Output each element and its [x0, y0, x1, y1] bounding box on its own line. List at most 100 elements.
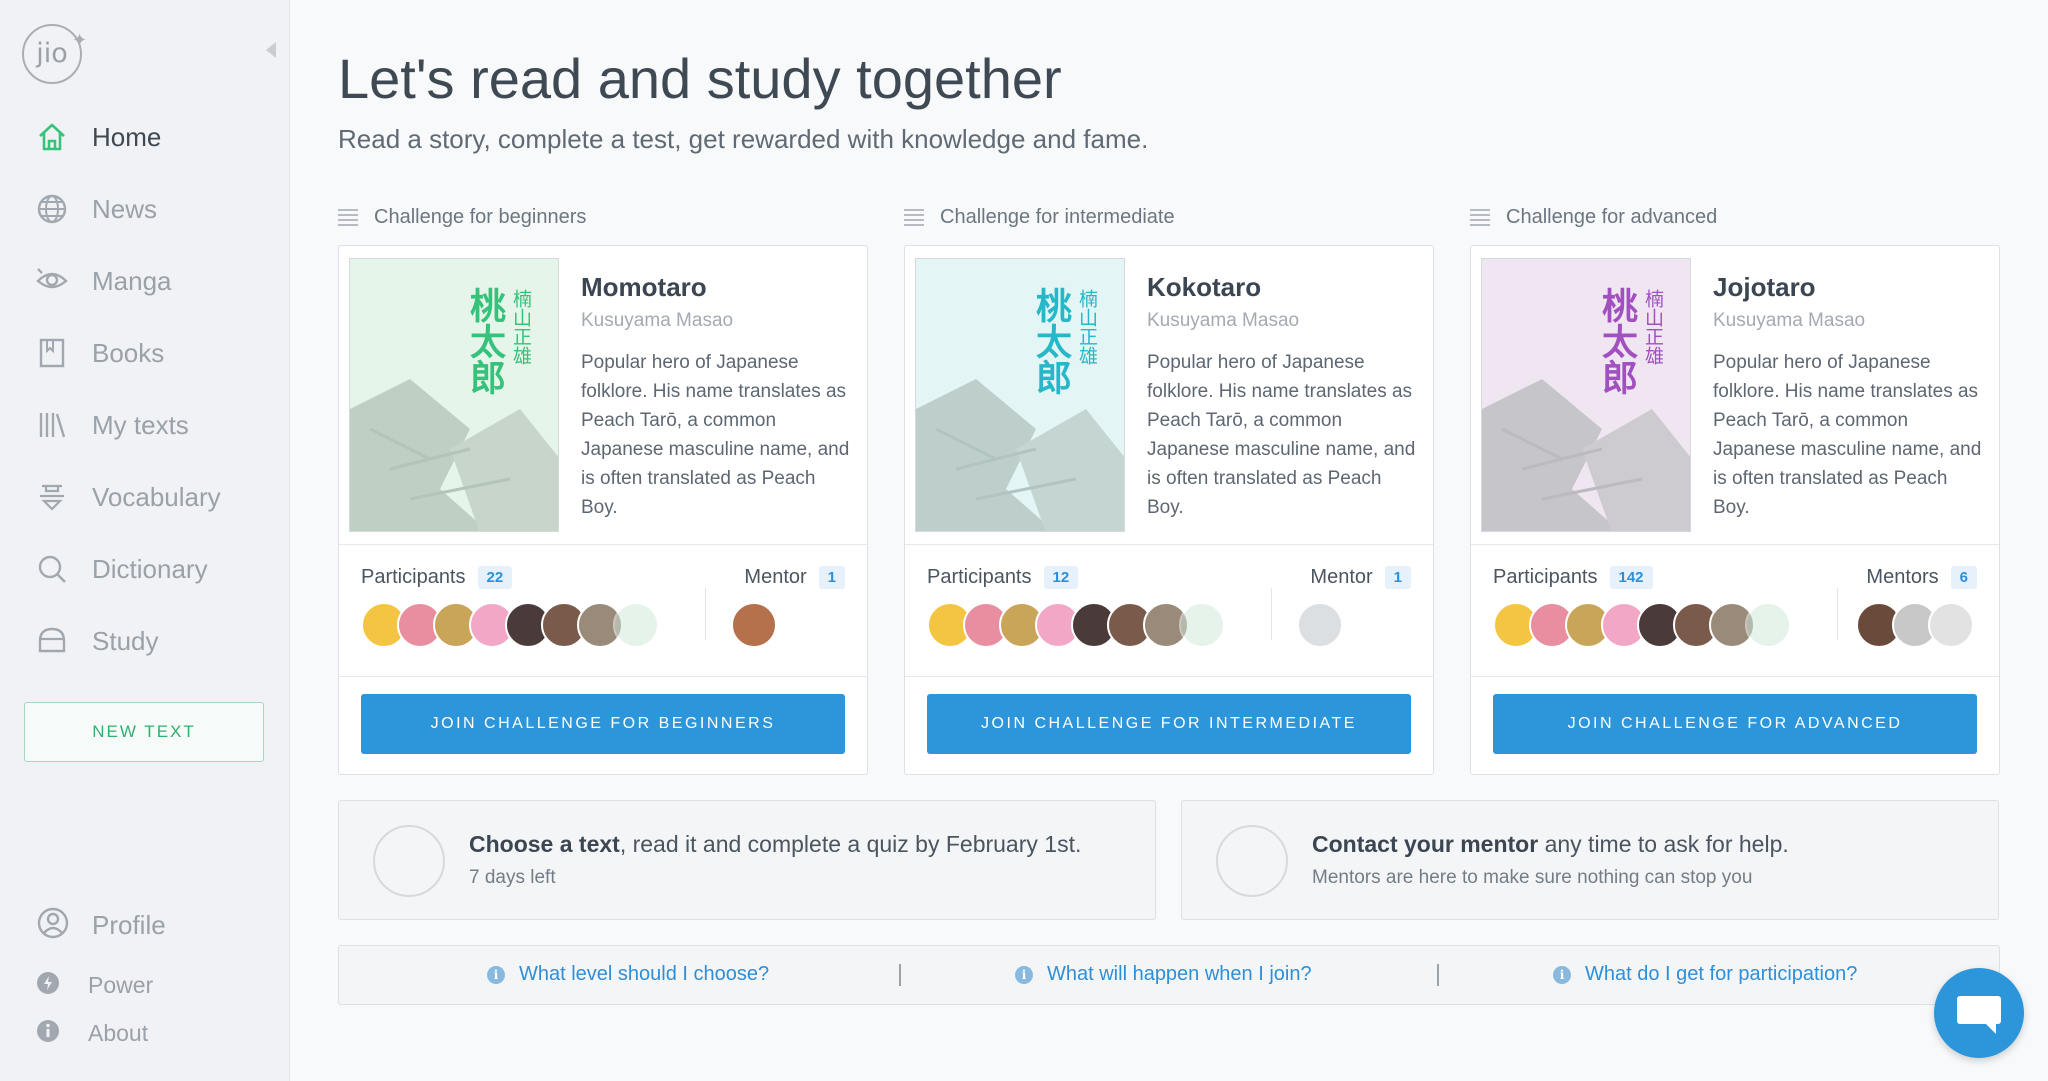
sidebar-item-label: Profile: [92, 909, 166, 940]
mentor-label: Mentor 1: [744, 566, 845, 589]
faq-join-link[interactable]: i What will happen when I join?: [1015, 963, 1312, 986]
mentor-avatar[interactable]: [1928, 602, 1974, 648]
challenge-heading-text: Challenge for intermediate: [940, 206, 1175, 228]
faq-bar: i What level should I choose? i What will …: [338, 945, 2000, 1005]
book-title[interactable]: Kokotaro: [1147, 272, 1261, 303]
info-icon: i: [487, 965, 505, 984]
mentor-bold[interactable]: Contact your mentor: [1312, 831, 1538, 857]
new-text-button[interactable]: NEW TEXT: [24, 702, 264, 762]
mentor-text: Mentors: [1866, 566, 1939, 588]
sidebar-item-label: Books: [92, 337, 165, 368]
book-cover[interactable]: 桃太郎 楠山正雄: [349, 258, 559, 532]
mentor-avatar[interactable]: [1297, 602, 1343, 648]
vocabulary-icon: [34, 479, 70, 515]
mentor-label: Mentors 6: [1866, 566, 1977, 589]
sidebar-item-label: My texts: [92, 409, 189, 440]
sparkle-icon: ✦: [72, 30, 88, 50]
sidebar-item-news[interactable]: News: [34, 189, 157, 229]
divider: [1471, 676, 1999, 677]
chat-button[interactable]: [1934, 968, 2024, 1058]
sidebar-item-manga[interactable]: Manga: [34, 261, 172, 301]
cover-illustration: [1482, 379, 1690, 531]
sidebar-item-about[interactable]: About: [36, 1018, 148, 1048]
mentor-label: Mentor 1: [1310, 566, 1411, 589]
avatar[interactable]: [613, 602, 659, 648]
challenge-card: 桃太郎 楠山正雄 Momotaro Kusuyama Masao Popular her…: [338, 245, 868, 775]
info-icon: [36, 1019, 60, 1048]
mentor-rest: any time to ask for help.: [1538, 831, 1789, 857]
book-description: Popular hero of Japanese folklore. His n…: [1713, 352, 1982, 518]
mentor-count-badge: 1: [818, 566, 845, 589]
mentor-text: Mentor: [1310, 566, 1373, 588]
participants-count-badge: 142: [1609, 566, 1653, 589]
sidebar-item-study[interactable]: Study: [34, 621, 159, 661]
cover-author-kanji: 楠山正雄: [1076, 289, 1098, 365]
challenge-heading: Challenge for beginners: [338, 206, 586, 229]
mentor-ring: [1216, 825, 1288, 897]
divider: [905, 544, 1433, 545]
faq-label: What level should I choose?: [519, 963, 770, 985]
book-title[interactable]: Jojotaro: [1713, 272, 1816, 303]
book-cover[interactable]: 桃太郎 楠山正雄: [915, 258, 1125, 532]
sidebar-item-my-texts[interactable]: My texts: [34, 405, 189, 445]
sidebar-item-vocabulary[interactable]: Vocabulary: [34, 477, 221, 517]
challenge-card: 桃太郎 楠山正雄 Jojotaro Kusuyama Masao Popular her…: [1470, 245, 2000, 775]
home-icon: [34, 119, 70, 155]
sidebar-item-label: Study: [92, 625, 159, 656]
sidebar-item-label: News: [92, 193, 158, 224]
mentor-count-badge: 1: [1384, 566, 1411, 589]
mentor-text: Mentor: [744, 566, 807, 588]
join-challenge-button[interactable]: JOIN CHALLENGE FOR BEGINNERS: [361, 694, 845, 754]
chat-icon: [1957, 996, 2001, 1024]
divider: [1437, 964, 1439, 986]
participants-label: Participants 22: [361, 566, 513, 589]
faq-level-link[interactable]: i What level should I choose?: [487, 963, 769, 986]
mentor-count-badge: 6: [1950, 566, 1977, 589]
sidebar-item-books[interactable]: Books: [34, 333, 164, 373]
cover-illustration: [350, 379, 558, 531]
cover-title-kanji: 桃太郎: [1596, 287, 1637, 395]
sidebar-item-label: Home: [92, 121, 162, 152]
avatar[interactable]: [1179, 602, 1225, 648]
book-cover[interactable]: 桃太郎 楠山正雄: [1481, 258, 1691, 532]
join-challenge-button[interactable]: JOIN CHALLENGE FOR INTERMEDIATE: [927, 694, 1411, 754]
divider: [1471, 544, 1999, 545]
sidebar-item-profile[interactable]: Profile: [36, 907, 166, 940]
faq-reward-link[interactable]: i What do I get for participation?: [1553, 963, 1857, 986]
avatar[interactable]: [1745, 602, 1791, 648]
page-title: Let's read and study together: [338, 47, 1062, 110]
book-description: Popular hero of Japanese folklore. His n…: [1147, 352, 1416, 518]
deadline-bold[interactable]: Choose a text: [469, 831, 620, 857]
book-author: Kusuyama Masao: [1713, 310, 1866, 331]
info-icon: i: [1015, 965, 1033, 984]
library-icon: [34, 407, 70, 443]
book-description: Popular hero of Japanese folklore. His n…: [581, 352, 850, 518]
power-icon: [36, 971, 60, 1000]
sidebar-item-label: About: [88, 1019, 149, 1046]
list-icon: [338, 208, 358, 227]
deadline-rest: , read it and complete a quiz by Februar…: [619, 831, 1082, 857]
chat-icon-tail: [1984, 1022, 1996, 1034]
participants-count-badge: 12: [1043, 566, 1079, 589]
challenge-heading: Challenge for intermediate: [904, 206, 1175, 229]
sidebar-item-power[interactable]: Power: [36, 970, 153, 1000]
mentor-avatar[interactable]: [731, 602, 777, 648]
join-challenge-button[interactable]: JOIN CHALLENGE FOR ADVANCED: [1493, 694, 1977, 754]
book-title[interactable]: Momotaro: [581, 272, 707, 303]
deadline-info-box: Choose a text, read it and complete a qu…: [338, 800, 1156, 920]
collapse-sidebar-icon[interactable]: [266, 42, 276, 58]
faq-label: What will happen when I join?: [1047, 963, 1312, 985]
participants-label: Participants 142: [1493, 566, 1653, 589]
faq-label: What do I get for participation?: [1585, 963, 1858, 985]
sidebar-item-dictionary[interactable]: Dictionary: [34, 549, 208, 589]
eye-icon: [34, 263, 70, 299]
cover-illustration: [916, 379, 1124, 531]
sidebar-item-home[interactable]: Home: [34, 117, 161, 157]
sidebar-item-label: Manga: [92, 265, 172, 296]
challenge-card: 桃太郎 楠山正雄 Kokotaro Kusuyama Masao Popular her…: [904, 245, 1434, 775]
search-icon: [34, 551, 70, 587]
study-icon: [34, 623, 70, 659]
globe-icon: [34, 191, 70, 227]
mentor-text: Contact your mentor any time to ask for …: [1312, 831, 1789, 858]
participants-text: Participants: [361, 566, 466, 588]
